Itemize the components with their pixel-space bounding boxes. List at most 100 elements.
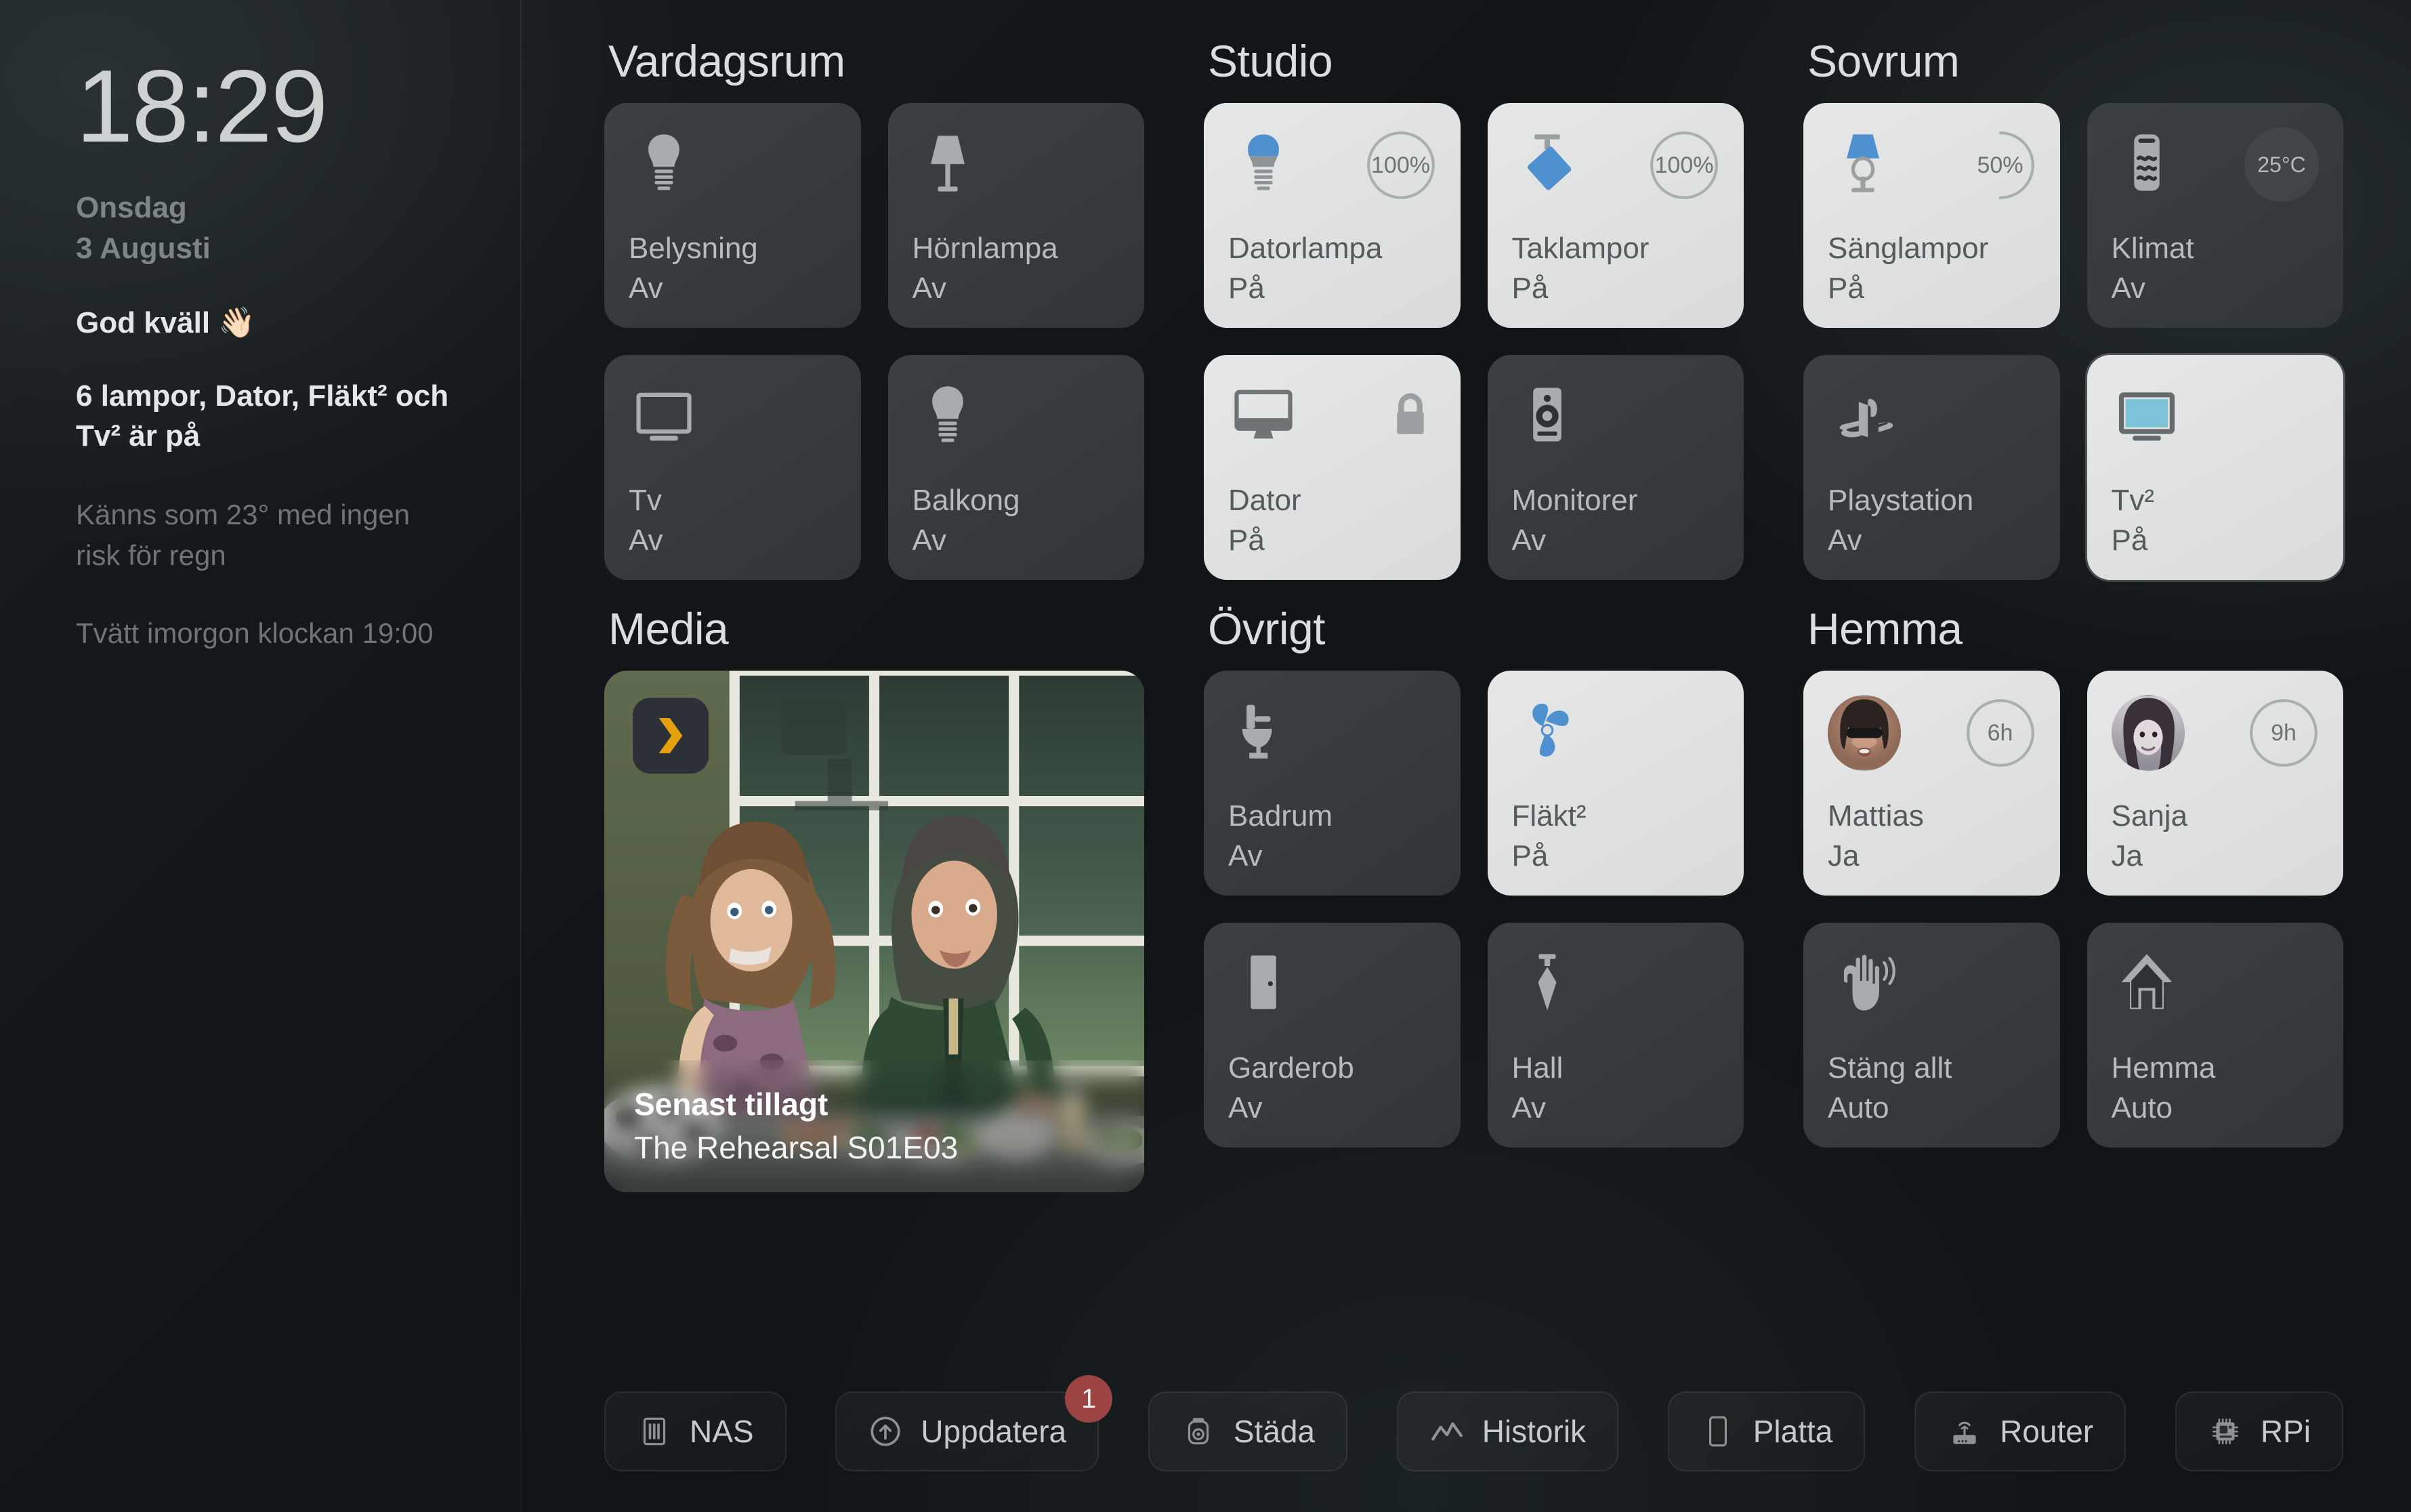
date: 3 Augusti xyxy=(76,231,211,265)
toolbar-button-label: NAS xyxy=(690,1414,754,1449)
device-tile-hall[interactable]: Hall Av xyxy=(1487,923,1744,1148)
device-tile-belysning[interactable]: Belysning Av xyxy=(604,103,861,328)
tile-text: Garderob Av xyxy=(1228,1051,1436,1127)
device-tile-monitorer[interactable]: Monitorer Av xyxy=(1487,355,1744,580)
level-value: 100% xyxy=(1371,152,1430,178)
tile-grid: Belysning Av Hörnlampa Av Tv Av Balkong Av xyxy=(604,103,1144,580)
tile-top xyxy=(1512,947,1720,1028)
device-tile-playstation[interactable]: Playstation Av xyxy=(1803,355,2060,580)
level-ring: 9h xyxy=(2248,695,2319,771)
device-tile-s-nglampor[interactable]: 50% Sänglampor På xyxy=(1803,103,2060,328)
device-tile-tv[interactable]: Tv Av xyxy=(604,355,861,580)
toolbar-button-label: Uppdatera xyxy=(921,1414,1067,1449)
tie-lamp-icon xyxy=(1512,947,1582,1017)
tile-top: 6h xyxy=(1828,695,2036,776)
tile-label: Balkong xyxy=(912,483,1020,517)
level-ring: 6h xyxy=(1965,695,2036,771)
tile-top: 50% xyxy=(1828,127,2036,209)
device-tile-st-ng-allt[interactable]: Stäng allt Auto xyxy=(1803,923,2060,1148)
tile-state: Av xyxy=(1228,1091,1263,1125)
toolbar-button-rpi[interactable]: RPi xyxy=(2175,1391,2343,1471)
zone-hemma: Hemma 6h Mattias Ja 9h Sanja Ja Stäng allt Auto H… xyxy=(1803,591,2343,1192)
tile-label: Tv xyxy=(629,483,662,517)
tile-top xyxy=(2112,947,2320,1028)
tile-top: 25°C xyxy=(2112,127,2319,209)
toilet-icon xyxy=(1228,695,1299,765)
tile-text: Taklampor På xyxy=(1512,231,1720,308)
tile-state: Av xyxy=(1828,523,1862,557)
tile-state: Av xyxy=(912,523,947,557)
device-tile-klimat[interactable]: 25°C Klimat Av xyxy=(2087,103,2343,328)
tile-label: Belysning xyxy=(629,231,758,265)
tile-label: Sanja xyxy=(2111,799,2188,833)
tile-state: Av xyxy=(912,271,947,305)
date-block: Onsdag 3 Augusti xyxy=(76,188,522,269)
tile-state: Av xyxy=(1511,1091,1547,1125)
toolbar-button-nas[interactable]: NAS xyxy=(604,1391,787,1471)
tile-state: På xyxy=(1228,523,1265,557)
tile-state: Auto xyxy=(2111,1091,2173,1125)
tile-state: På xyxy=(2111,523,2148,557)
tile-text: Mattias Ja xyxy=(1828,799,2036,875)
toolbar-button-historik[interactable]: Historik xyxy=(1396,1391,1619,1471)
tile-top xyxy=(1828,379,2036,461)
media-caption: Senast tillagt The Rehearsal S01E03 xyxy=(604,1059,1144,1192)
device-tile-h-rnlampa[interactable]: Hörnlampa Av xyxy=(887,103,1144,328)
zone-övrigt: Övrigt Badrum Av Fläkt² På Garderob Av Hall Av xyxy=(1204,591,1744,1192)
zone-title: Övrigt xyxy=(1208,604,1326,654)
climate-icon xyxy=(2112,127,2182,198)
zone-vardagsrum: Vardagsrum Belysning Av Hörnlampa Av Tv Av Balk… xyxy=(604,23,1144,580)
level-value: 9h xyxy=(2271,719,2297,746)
device-tile-fl-kt-[interactable]: Fläkt² På xyxy=(1487,671,1744,896)
toolbar-button-städa[interactable]: Städa xyxy=(1148,1391,1348,1471)
media-card[interactable]: Senast tillagt The Rehearsal S01E03 xyxy=(604,671,1144,1192)
tile-top xyxy=(1228,695,1436,776)
door-icon xyxy=(1228,947,1299,1017)
tile-label: Badrum xyxy=(1228,799,1333,833)
toolbar-button-label: Städa xyxy=(1233,1414,1316,1449)
device-tile-garderob[interactable]: Garderob Av xyxy=(1204,923,1461,1148)
tile-text: Monitorer Av xyxy=(1512,483,1720,560)
avatar xyxy=(1828,695,1901,771)
tile-label: Sänglampor xyxy=(1828,231,1989,265)
vacuum-icon xyxy=(1181,1414,1216,1449)
level-ring: 100% xyxy=(1649,127,1719,203)
device-tile-datorlampa[interactable]: 100% Datorlampa På xyxy=(1204,103,1461,328)
toolbar-button-uppdatera[interactable]: Uppdatera 1 xyxy=(835,1375,1113,1471)
level-value: 100% xyxy=(1654,152,1714,178)
table-lamp-blue-icon xyxy=(1828,127,1898,198)
device-tile-sanja[interactable]: 9h Sanja Ja xyxy=(2087,671,2343,896)
media-caption-title: Senast tillagt xyxy=(634,1086,829,1122)
tile-grid: 100% Datorlampa På 100% Taklampor På Dator På Mo… xyxy=(1204,103,1744,580)
device-tile-badrum[interactable]: Badrum Av xyxy=(1204,671,1461,896)
level-value: 50% xyxy=(1977,152,2024,178)
update-icon xyxy=(868,1414,903,1449)
tile-state: På xyxy=(1828,271,1864,305)
device-tile-mattias[interactable]: 6h Mattias Ja xyxy=(1803,671,2060,896)
tile-state: Av xyxy=(2111,271,2146,305)
device-tile-hemma[interactable]: Hemma Auto xyxy=(2087,923,2343,1148)
toolbar-button-router[interactable]: Router xyxy=(1914,1391,2126,1471)
tile-text: Tv² På xyxy=(2112,483,2320,560)
tile-state: Av xyxy=(629,271,663,305)
toolbar-button-platta[interactable]: Platta xyxy=(1667,1391,1866,1471)
device-summary: 6 lampor, Dator, Fläkt² och Tv² är på xyxy=(76,379,449,453)
history-icon xyxy=(1429,1414,1465,1449)
tile-top: 100% xyxy=(1228,127,1436,209)
device-tile-dator[interactable]: Dator På xyxy=(1204,355,1461,580)
device-tile-balkong[interactable]: Balkong Av xyxy=(887,355,1144,580)
tile-state: Av xyxy=(629,523,663,557)
device-tile-taklampor[interactable]: 100% Taklampor På xyxy=(1487,103,1744,328)
dashboard-root: 18:29 Onsdag 3 Augusti God kväll 👋🏻 6 la… xyxy=(0,0,2411,1512)
tile-text: Belysning Av xyxy=(629,231,837,308)
tile-label: Stäng allt xyxy=(1828,1051,1952,1085)
level-ring: 100% xyxy=(1366,127,1436,203)
clock: 18:29 xyxy=(76,49,328,164)
tile-label: Monitorer xyxy=(1511,483,1638,517)
tile-state: Ja xyxy=(1828,839,1860,873)
device-tile-tv-[interactable]: Tv² På xyxy=(2087,355,2343,580)
pendant-blue-icon xyxy=(1512,127,1582,198)
tv-blue-icon xyxy=(2112,379,2182,450)
toolbar-button-label: Historik xyxy=(1482,1414,1587,1449)
tile-label: Tv² xyxy=(2111,483,2155,517)
